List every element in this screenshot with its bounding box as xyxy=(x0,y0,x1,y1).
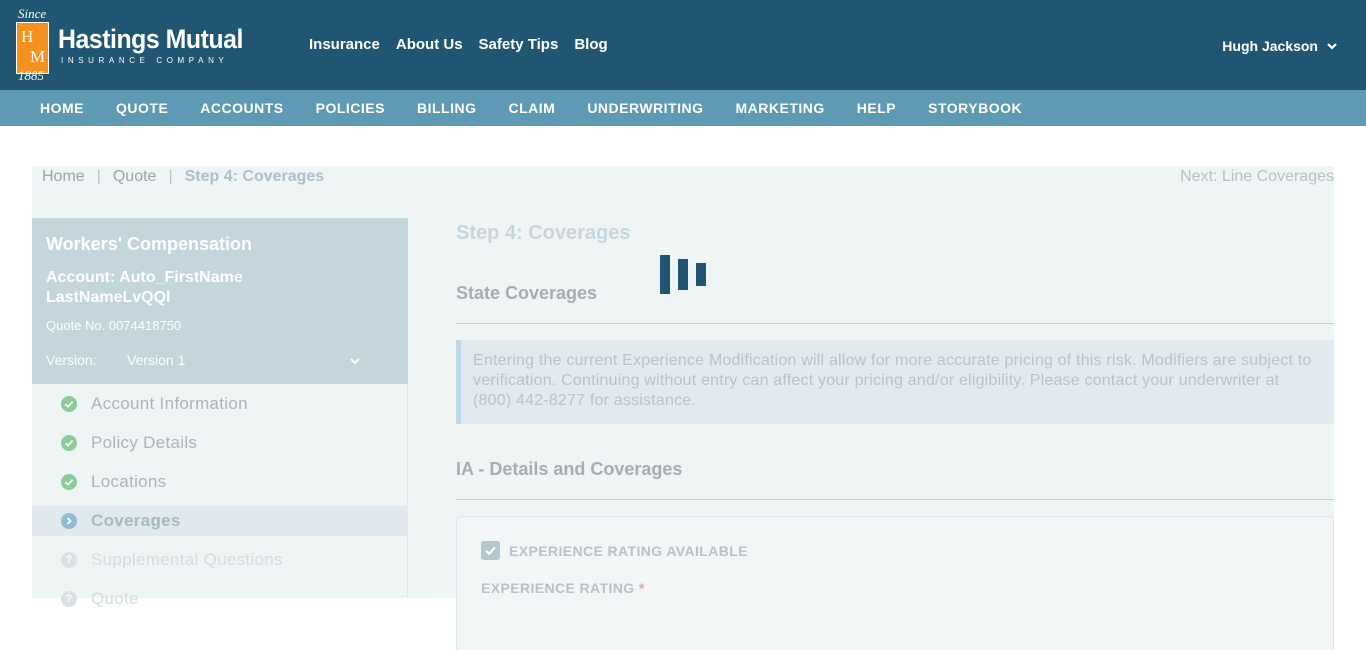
topnav-blog[interactable]: Blog xyxy=(574,36,607,53)
breadcrumb-separator: | xyxy=(96,168,101,185)
loading-spinner-icon xyxy=(660,255,710,295)
state-coverages-heading: State Coverages xyxy=(456,283,598,303)
step-supplemental-questions[interactable]: ? Supplemental Questions xyxy=(32,540,408,579)
experience-rating-available-field: EXPERIENCE RATING AVAILABLE xyxy=(481,541,748,560)
hastings-mutual-logo[interactable]: Since H M 1885 Hastings Mutual INSURANCE… xyxy=(14,6,264,84)
main-nav: HOME QUOTE ACCOUNTS POLICIES BILLING CLA… xyxy=(0,90,1366,126)
required-marker: * xyxy=(638,580,645,596)
main-panel: Home | Quote | Step 4: Coverages Next: L… xyxy=(32,166,1334,650)
account-name: Account: Auto_FirstName LastNameLvQQl xyxy=(46,269,243,306)
step-label: Locations xyxy=(91,471,167,491)
top-nav: Insurance About Us Safety Tips Blog xyxy=(309,36,608,53)
step-policy-details[interactable]: Policy Details xyxy=(32,423,408,462)
divider xyxy=(456,499,1334,500)
quote-summary: Workers' Compensation Account: Auto_Firs… xyxy=(32,218,408,384)
step-locations[interactable]: Locations xyxy=(32,462,408,501)
topnav-about-us[interactable]: About Us xyxy=(396,36,463,53)
experience-rating-label: EXPERIENCE RATING * xyxy=(481,580,645,596)
topnav-safety-tips[interactable]: Safety Tips xyxy=(479,36,559,53)
experience-rating-available-label: EXPERIENCE RATING AVAILABLE xyxy=(509,542,748,559)
ia-details-heading: IA - Details and Coverages xyxy=(456,459,683,479)
page-title: Step 4: Coverages xyxy=(456,222,631,244)
question-circle-icon: ? xyxy=(61,551,77,568)
step-label: Account Information xyxy=(91,393,248,413)
program-title: Workers' Compensation xyxy=(46,234,252,254)
chevron-right-circle-icon xyxy=(61,513,77,529)
version-label: Version: xyxy=(46,352,97,368)
step-label: Supplemental Questions xyxy=(91,549,283,569)
step-label: Policy Details xyxy=(91,432,198,452)
logo-name: Hastings Mutual xyxy=(58,24,243,54)
logo-year: 1885 xyxy=(18,68,44,83)
logo-tagline: INSURANCE COMPANY xyxy=(61,56,229,65)
mainnav-help[interactable]: HELP xyxy=(857,100,896,116)
chevron-down-icon[interactable] xyxy=(349,355,361,367)
breadcrumb: Home | Quote | Step 4: Coverages xyxy=(42,168,324,186)
check-circle-icon xyxy=(61,395,77,412)
breadcrumb-separator: | xyxy=(168,168,173,185)
quote-number: Quote No. 0074418750 xyxy=(46,318,182,333)
chevron-down-icon xyxy=(1327,43,1337,50)
next-step-link[interactable]: Next: Line Coverages xyxy=(1180,168,1334,186)
check-circle-icon xyxy=(61,473,77,490)
experience-rating-label-text: EXPERIENCE RATING xyxy=(481,580,635,596)
ia-coverages-card: EXPERIENCE RATING AVAILABLE EXPERIENCE R… xyxy=(456,516,1334,650)
quote-sidebar: Workers' Compensation Account: Auto_Firs… xyxy=(32,218,408,608)
mainnav-billing[interactable]: BILLING xyxy=(417,100,477,116)
experience-mod-info-alert: Entering the current Experience Modifica… xyxy=(456,340,1334,424)
version-select[interactable]: Version 1 xyxy=(127,352,185,368)
mainnav-accounts[interactable]: ACCOUNTS xyxy=(200,100,283,116)
top-header: Since H M 1885 Hastings Mutual INSURANCE… xyxy=(0,0,1366,90)
logo-since: Since xyxy=(18,6,47,21)
mainnav-home[interactable]: HOME xyxy=(40,100,84,116)
mainnav-quote[interactable]: QUOTE xyxy=(116,100,168,116)
check-circle-icon xyxy=(61,434,77,451)
step-quote[interactable]: ? Quote xyxy=(32,579,408,618)
user-name: Hugh Jackson xyxy=(1222,38,1318,54)
checkmark-icon xyxy=(485,546,496,556)
question-circle-icon: ? xyxy=(61,590,77,607)
breadcrumb-quote[interactable]: Quote xyxy=(113,168,157,186)
divider xyxy=(456,323,1334,324)
mainnav-storybook[interactable]: STORYBOOK xyxy=(928,100,1022,116)
topnav-insurance[interactable]: Insurance xyxy=(309,36,380,53)
logo-letter-h: H xyxy=(21,27,34,46)
quote-steps: Account Information Policy Details Locat… xyxy=(32,384,408,618)
mainnav-claim[interactable]: CLAIM xyxy=(508,100,555,116)
breadcrumb-home[interactable]: Home xyxy=(42,168,85,186)
logo-letter-m: M xyxy=(30,47,46,66)
step-coverages[interactable]: Coverages xyxy=(32,506,408,536)
step-account-information[interactable]: Account Information xyxy=(32,384,408,423)
mainnav-underwriting[interactable]: UNDERWRITING xyxy=(587,100,703,116)
step-label: Quote xyxy=(91,588,139,608)
mainnav-policies[interactable]: POLICIES xyxy=(316,100,385,116)
step-label: Coverages xyxy=(91,511,181,530)
experience-rating-available-checkbox[interactable] xyxy=(481,541,500,560)
user-menu[interactable]: Hugh Jackson xyxy=(1222,38,1338,54)
logo-monogram: H M xyxy=(16,22,49,74)
mainnav-marketing[interactable]: MARKETING xyxy=(736,100,825,116)
breadcrumb-current: Step 4: Coverages xyxy=(184,168,325,185)
